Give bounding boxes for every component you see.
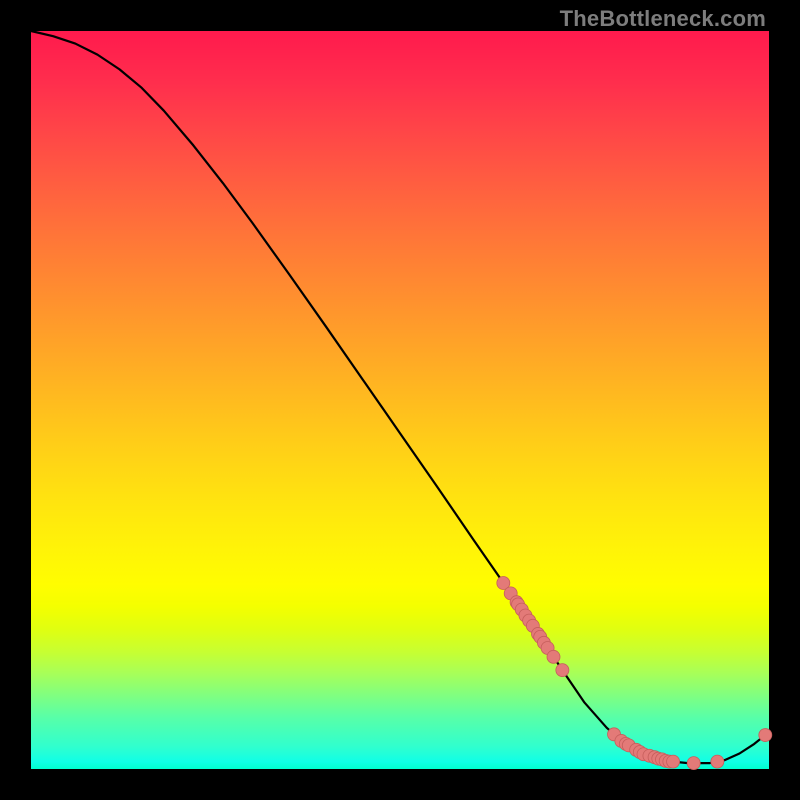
chart-overlay-svg <box>31 31 769 769</box>
chart-stage: TheBottleneck.com <box>0 0 800 800</box>
data-marker <box>711 755 724 768</box>
data-marker <box>687 757 700 770</box>
data-marker <box>667 755 680 768</box>
watermark-text: TheBottleneck.com <box>560 6 766 32</box>
bottleneck-curve <box>31 31 769 763</box>
data-markers-group <box>497 577 772 770</box>
data-marker <box>759 729 772 742</box>
data-marker <box>547 650 560 663</box>
data-marker <box>556 664 569 677</box>
